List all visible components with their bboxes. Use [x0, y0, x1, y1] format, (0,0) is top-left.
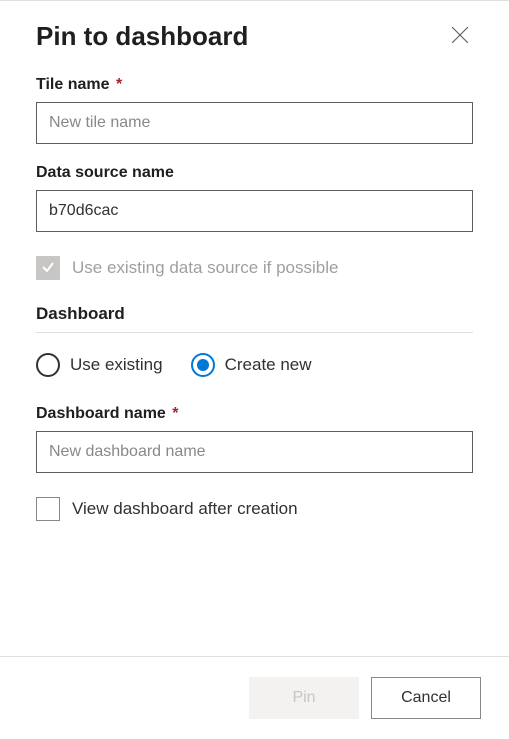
pin-button[interactable]: Pin: [249, 677, 359, 719]
view-after-create-checkbox[interactable]: [36, 497, 60, 521]
dialog-title: Pin to dashboard: [36, 21, 248, 52]
tile-name-label: Tile name *: [36, 76, 473, 94]
dashboard-radio-group: Use existing Create new: [36, 353, 473, 377]
radio-dot: [197, 359, 209, 371]
checkmark-icon: [40, 259, 56, 278]
view-after-create-label: View dashboard after creation: [72, 499, 298, 519]
section-divider: [36, 332, 473, 333]
radio-label-existing: Use existing: [70, 355, 163, 375]
use-existing-datasource-label: Use existing data source if possible: [72, 258, 338, 278]
close-button[interactable]: [447, 22, 473, 51]
required-indicator: *: [168, 405, 179, 422]
dialog-header: Pin to dashboard: [36, 21, 473, 52]
data-source-name-label: Data source name: [36, 164, 473, 182]
dashboard-name-label: Dashboard name *: [36, 405, 473, 423]
dashboard-section-heading: Dashboard: [36, 304, 473, 324]
tile-name-label-text: Tile name: [36, 76, 110, 93]
radio-circle-create: [191, 353, 215, 377]
cancel-button[interactable]: Cancel: [371, 677, 481, 719]
radio-circle-existing: [36, 353, 60, 377]
use-existing-datasource-row: Use existing data source if possible: [36, 256, 473, 280]
data-source-name-input[interactable]: [36, 190, 473, 232]
required-indicator: *: [112, 76, 123, 93]
view-after-create-row[interactable]: View dashboard after creation: [36, 497, 473, 521]
data-source-name-field: Data source name: [36, 164, 473, 232]
tile-name-input[interactable]: [36, 102, 473, 144]
close-icon: [451, 26, 469, 47]
dashboard-name-input[interactable]: [36, 431, 473, 473]
dashboard-name-field: Dashboard name *: [36, 405, 473, 473]
dialog-content: Pin to dashboard Tile name * Data source…: [0, 1, 509, 656]
use-existing-datasource-checkbox: [36, 256, 60, 280]
radio-create-new[interactable]: Create new: [191, 353, 312, 377]
dashboard-name-label-text: Dashboard name: [36, 405, 166, 422]
radio-label-create: Create new: [225, 355, 312, 375]
tile-name-field: Tile name *: [36, 76, 473, 144]
dialog-footer: Pin Cancel: [0, 656, 509, 739]
radio-use-existing[interactable]: Use existing: [36, 353, 163, 377]
